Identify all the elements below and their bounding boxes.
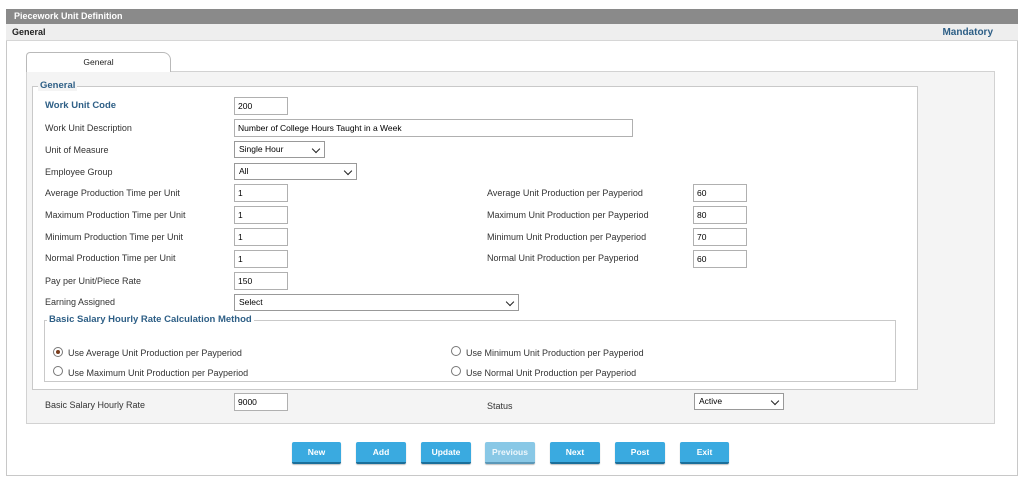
chevron-down-icon xyxy=(505,297,515,307)
employee-group-select[interactable]: All xyxy=(234,163,357,180)
calc-method-title: Basic Salary Hourly Rate Calculation Met… xyxy=(47,314,254,325)
previous-button[interactable]: Previous xyxy=(485,442,535,464)
work-unit-code-label: Work Unit Code xyxy=(45,100,117,111)
unit-of-measure-select[interactable]: Single Hour xyxy=(234,141,325,158)
work-unit-description-label: Work Unit Description xyxy=(45,123,132,133)
radio-use-maximum[interactable] xyxy=(53,366,63,376)
max-unit-production-input[interactable]: 80 xyxy=(693,206,747,224)
employee-group-label: Employee Group xyxy=(45,167,113,177)
employee-group-value: All xyxy=(239,166,249,176)
window-title: Piecework Unit Definition xyxy=(6,9,1018,24)
chevron-down-icon xyxy=(343,166,353,176)
earning-assigned-label: Earning Assigned xyxy=(45,297,116,307)
pay-per-unit-label: Pay per Unit/Piece Rate xyxy=(45,276,142,286)
min-production-time-label: Minimum Production Time per Unit xyxy=(45,232,184,242)
min-production-time-input[interactable]: 1 xyxy=(234,228,288,246)
update-button[interactable]: Update xyxy=(421,442,471,464)
max-unit-production-label: Maximum Unit Production per Payperiod xyxy=(487,210,649,220)
earning-assigned-value: Select xyxy=(239,297,263,307)
radio-use-maximum-label: Use Maximum Unit Production per Payperio… xyxy=(68,368,249,378)
add-button[interactable]: Add xyxy=(356,442,406,464)
avg-unit-production-label: Average Unit Production per Payperiod xyxy=(487,188,643,198)
status-label: Status xyxy=(487,401,513,411)
min-unit-production-label: Minimum Unit Production per Payperiod xyxy=(487,232,647,242)
normal-unit-production-input[interactable]: 60 xyxy=(693,250,747,268)
subheader-bar: General Mandatory xyxy=(6,24,1018,41)
work-unit-code-input[interactable]: 200 xyxy=(234,97,288,115)
radio-use-average-label: Use Average Unit Production per Payperio… xyxy=(68,348,242,358)
min-unit-production-input[interactable]: 70 xyxy=(693,228,747,246)
radio-use-minimum[interactable] xyxy=(451,346,461,356)
avg-unit-production-input[interactable]: 60 xyxy=(693,184,747,202)
pay-per-unit-input[interactable]: 150 xyxy=(234,272,288,290)
status-select[interactable]: Active xyxy=(694,393,784,410)
avg-production-time-label: Average Production Time per Unit xyxy=(45,188,180,198)
basic-salary-hourly-rate-input[interactable]: 9000 xyxy=(234,393,288,411)
radio-use-normal[interactable] xyxy=(451,366,461,376)
mandatory-link[interactable]: Mandatory xyxy=(942,27,993,38)
tab-general[interactable]: General xyxy=(26,52,171,72)
new-button[interactable]: New xyxy=(292,442,341,464)
normal-production-time-label: Normal Production Time per Unit xyxy=(45,253,176,263)
next-button[interactable]: Next xyxy=(550,442,600,464)
avg-production-time-input[interactable]: 1 xyxy=(234,184,288,202)
post-button[interactable]: Post xyxy=(615,442,665,464)
earning-assigned-select[interactable]: Select xyxy=(234,294,519,311)
radio-use-minimum-label: Use Minimum Unit Production per Payperio… xyxy=(466,348,644,358)
unit-of-measure-label: Unit of Measure xyxy=(45,145,109,155)
basic-salary-hourly-rate-label: Basic Salary Hourly Rate xyxy=(45,400,146,410)
chevron-down-icon xyxy=(770,396,780,406)
unit-of-measure-value: Single Hour xyxy=(239,144,284,154)
exit-button[interactable]: Exit xyxy=(680,442,729,464)
section-title: General xyxy=(38,80,78,91)
status-value: Active xyxy=(699,396,723,406)
subheader-section-label: General xyxy=(12,27,46,37)
normal-production-time-input[interactable]: 1 xyxy=(234,250,288,268)
normal-unit-production-label: Normal Unit Production per Payperiod xyxy=(487,253,639,263)
radio-use-normal-label: Use Normal Unit Production per Payperiod xyxy=(466,368,637,378)
radio-use-average[interactable] xyxy=(53,347,63,357)
work-unit-description-input[interactable]: Number of College Hours Taught in a Week xyxy=(234,119,633,137)
max-production-time-label: Maximum Production Time per Unit xyxy=(45,210,186,220)
chevron-down-icon xyxy=(311,144,321,154)
max-production-time-input[interactable]: 1 xyxy=(234,206,288,224)
